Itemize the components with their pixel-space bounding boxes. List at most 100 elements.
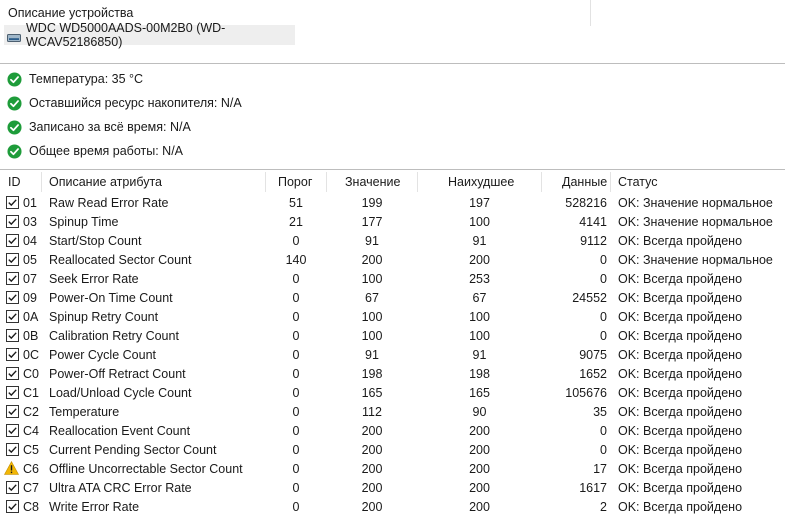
column-header-name[interactable]: Описание атрибута — [49, 175, 162, 189]
column-header-value[interactable]: Значение — [345, 175, 400, 189]
power-on-time-info: Общее время работы: N/A — [7, 142, 183, 160]
attribute-data: 0 — [600, 253, 607, 267]
attribute-status: OK: Значение нормальное — [618, 196, 773, 210]
table-row[interactable]: 0C Power Cycle Count 0 91 91 9075 OK: Всегда п… — [0, 346, 785, 365]
table-row[interactable]: C2 Temperature 0 112 90 35 OK: Всегда пройдено — [0, 403, 785, 422]
temperature-info: Температура: 35 °C — [7, 70, 143, 88]
attribute-threshold: 0 — [292, 500, 300, 514]
attribute-threshold: 51 — [289, 196, 303, 210]
checkbox-checked-icon[interactable] — [6, 386, 19, 399]
attribute-name: Reallocated Sector Count — [49, 253, 192, 267]
table-row[interactable]: C5 Current Pending Sector Count 0 200 200 0 OK… — [0, 441, 785, 460]
table-row[interactable]: 07 Seek Error Rate 0 100 253 0 OK: Всегда прой… — [0, 270, 785, 289]
attribute-data: 0 — [600, 443, 607, 457]
attribute-threshold: 0 — [292, 443, 300, 457]
column-divider[interactable] — [265, 172, 266, 192]
attribute-value: 200 — [361, 481, 383, 495]
table-row[interactable]: 03 Spinup Time 21 177 100 4141 OK: Значение но… — [0, 213, 785, 232]
checkbox-checked-icon[interactable] — [6, 329, 19, 342]
table-row[interactable]: C1 Load/Unload Cycle Count 0 165 165 105676 OK… — [0, 384, 785, 403]
attribute-data: 0 — [600, 272, 607, 286]
attribute-status: OK: Всегда пройдено — [618, 348, 743, 362]
attribute-status: OK: Всегда пройдено — [618, 234, 743, 248]
attribute-id: C1 — [23, 386, 39, 400]
checkbox-checked-icon[interactable] — [6, 481, 19, 494]
attribute-name: Reallocation Event Count — [49, 424, 191, 438]
attribute-id: 0C — [23, 348, 39, 362]
column-divider[interactable] — [326, 172, 327, 192]
attribute-worst: 67 — [472, 291, 487, 305]
attribute-threshold: 0 — [292, 481, 300, 495]
attribute-name: Write Error Rate — [49, 500, 140, 514]
attribute-status: OK: Всегда пройдено — [618, 386, 743, 400]
column-divider[interactable] — [541, 172, 542, 192]
device-row[interactable]: WDC WD5000AADS-00M2B0 (WD-WCAV52186850) — [4, 21, 295, 49]
table-row[interactable]: C7 Ultra ATA CRC Error Rate 0 200 200 1617 OK:… — [0, 479, 785, 498]
table-row[interactable]: C0 Power-Off Retract Count 0 198 198 1652 OK: … — [0, 365, 785, 384]
attribute-id: 09 — [23, 291, 37, 305]
attribute-worst: 165 — [469, 386, 490, 400]
header-divider — [590, 0, 591, 26]
column-header-worst[interactable]: Наихудшее — [448, 175, 514, 189]
attribute-worst: 200 — [469, 481, 490, 495]
checkbox-checked-icon[interactable] — [6, 443, 19, 456]
attribute-id: 0B — [23, 329, 39, 343]
checkbox-checked-icon[interactable] — [6, 424, 19, 437]
table-row[interactable]: 04 Start/Stop Count 0 91 91 9112 OK: Всегда пр… — [0, 232, 785, 251]
checkbox-checked-icon[interactable] — [6, 405, 19, 418]
attribute-id: C2 — [23, 405, 39, 419]
attribute-data: 1652 — [579, 367, 607, 381]
ok-check-icon — [7, 119, 22, 135]
attribute-value: 198 — [361, 367, 383, 381]
checkbox-checked-icon[interactable] — [6, 348, 19, 361]
checkbox-checked-icon[interactable] — [6, 310, 19, 323]
column-header-data[interactable]: Данные — [562, 175, 607, 189]
attribute-value: 200 — [361, 424, 383, 438]
separator — [0, 63, 785, 64]
table-row[interactable]: C8 Write Error Rate 0 200 200 2 OK: Всегда про… — [0, 498, 785, 517]
attribute-worst: 90 — [472, 405, 487, 419]
checkbox-checked-icon[interactable] — [6, 234, 19, 247]
attribute-status: OK: Значение нормальное — [618, 215, 773, 229]
attribute-value: 100 — [361, 310, 383, 324]
attribute-value: 165 — [361, 386, 383, 400]
attribute-threshold: 0 — [292, 424, 300, 438]
checkbox-checked-icon[interactable] — [6, 253, 19, 266]
column-header-status[interactable]: Статус — [618, 175, 658, 189]
attribute-value: 100 — [361, 272, 383, 286]
attribute-threshold: 0 — [292, 405, 300, 419]
checkbox-checked-icon[interactable] — [6, 500, 19, 513]
remaining-life-label: Оставшийся ресурс накопителя: N/A — [29, 96, 242, 110]
attribute-worst: 200 — [469, 462, 490, 476]
attribute-name: Spinup Time — [49, 215, 119, 229]
attribute-status: OK: Всегда пройдено — [618, 291, 743, 305]
table-row[interactable]: 0B Calibration Retry Count 0 100 100 0 OK: Все… — [0, 327, 785, 346]
attribute-data: 1617 — [579, 481, 607, 495]
ok-check-icon — [7, 95, 22, 111]
checkbox-checked-icon[interactable] — [6, 196, 19, 209]
attribute-worst: 100 — [469, 310, 490, 324]
attributes-table-body: 01 Raw Read Error Rate 51 199 197 528216 OK: З… — [0, 194, 785, 517]
column-divider[interactable] — [41, 172, 42, 192]
table-row[interactable]: C4 Reallocation Event Count 0 200 200 0 OK: Вс… — [0, 422, 785, 441]
checkbox-checked-icon[interactable] — [6, 367, 19, 380]
attribute-id: 03 — [23, 215, 37, 229]
column-divider[interactable] — [610, 172, 611, 192]
table-row[interactable]: 01 Raw Read Error Rate 51 199 197 528216 OK: З… — [0, 194, 785, 213]
ok-check-icon — [7, 71, 22, 87]
checkbox-checked-icon[interactable] — [6, 291, 19, 304]
attribute-data: 9075 — [579, 348, 607, 362]
attribute-id: C5 — [23, 443, 39, 457]
column-header-threshold[interactable]: Порог — [278, 175, 312, 189]
table-row[interactable]: 05 Reallocated Sector Count 140 200 200 0 OK: … — [0, 251, 785, 270]
attribute-name: Start/Stop Count — [49, 234, 142, 248]
table-row[interactable]: 0A Spinup Retry Count 0 100 100 0 OK: Всегда п… — [0, 308, 785, 327]
table-row[interactable]: 09 Power-On Time Count 0 67 67 24552 OK: Всегд… — [0, 289, 785, 308]
attribute-worst: 100 — [469, 215, 490, 229]
attribute-name: Raw Read Error Rate — [49, 196, 169, 210]
table-row[interactable]: C6 Offline Uncorrectable Sector Count 0 200… — [0, 460, 785, 479]
column-header-id[interactable]: ID — [8, 175, 21, 189]
checkbox-checked-icon[interactable] — [6, 272, 19, 285]
column-divider[interactable] — [417, 172, 418, 192]
checkbox-checked-icon[interactable] — [6, 215, 19, 228]
